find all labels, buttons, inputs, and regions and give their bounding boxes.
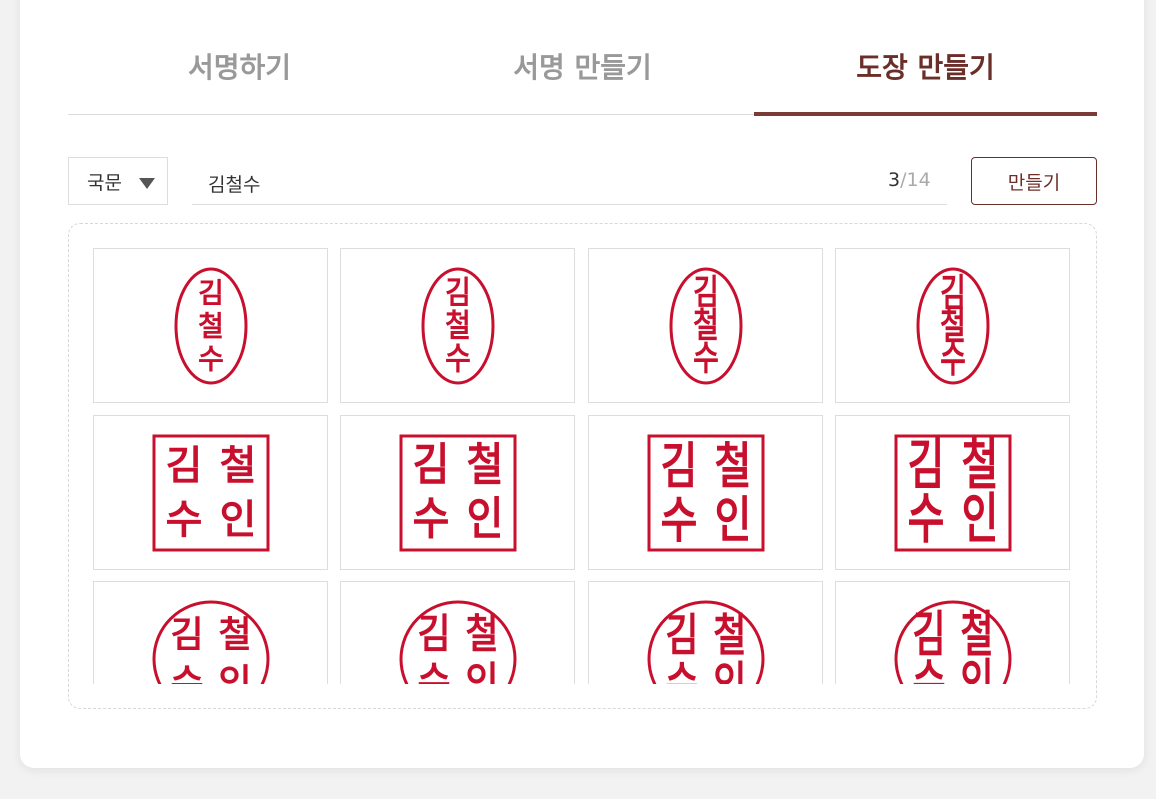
seal-option[interactable]: 김철수인	[835, 415, 1070, 570]
seal-character: 인	[715, 491, 752, 549]
seal-option[interactable]: 김철수인	[588, 581, 823, 684]
seal-character: 수	[661, 491, 698, 549]
seal-character: 김	[198, 277, 224, 310]
seal-image: 김 철수 인	[647, 434, 765, 552]
seal-character: 수	[413, 494, 450, 546]
seal-image: 김 철수 인	[647, 600, 765, 684]
seal-character: 인	[220, 497, 257, 543]
seal-character: 철	[465, 612, 498, 658]
seal-option[interactable]: 김철수인	[93, 581, 328, 684]
seal-character: 철	[713, 609, 746, 662]
seal-character: 수	[170, 663, 203, 685]
seal-character: 수	[693, 339, 719, 379]
seal-character: 김	[661, 437, 698, 495]
seal-character: 수	[940, 337, 966, 381]
seal-image: 김 철수 인	[399, 434, 517, 552]
seal-option[interactable]: 김철수인	[835, 581, 1070, 684]
seal-option[interactable]: 김철수인	[588, 415, 823, 570]
script-select[interactable]: 국문	[68, 157, 168, 205]
seal-character: 인	[465, 660, 498, 684]
tab-create-seal[interactable]: 도장 만들기	[754, 0, 1097, 116]
seal-image: 김 철수 인	[894, 600, 1012, 684]
seal-character: 수	[166, 497, 203, 543]
seal-character: 김	[445, 275, 471, 312]
seal-image: 김철수	[421, 267, 495, 385]
char-count-max: /14	[900, 169, 931, 191]
seal-option[interactable]: 김철수	[93, 248, 328, 403]
seal-image: 김철수	[174, 267, 248, 385]
seal-grid: 김철수김철수김철수김철수김철수인김철수인김철수인김철수인김철수인김철수인김철수인…	[93, 248, 1071, 684]
seal-character: 김	[417, 612, 450, 658]
chevron-down-icon	[139, 178, 155, 189]
seal-gallery[interactable]: 김철수김철수김철수김철수김철수인김철수인김철수인김철수인김철수인김철수인김철수인…	[68, 223, 1097, 709]
seal-image: 김 철수 인	[152, 434, 270, 552]
seal-option[interactable]: 김철수	[835, 248, 1070, 403]
seal-character: 김	[170, 615, 203, 656]
seal-character: 인	[962, 489, 999, 552]
script-select-value: 국문	[87, 171, 122, 194]
seal-character: 철	[198, 310, 224, 343]
seal-character: 철	[218, 615, 251, 656]
seal-option[interactable]: 김철수인	[340, 581, 575, 684]
seal-character: 수	[445, 341, 471, 378]
seal-character: 철	[715, 437, 752, 495]
seal-character: 철	[445, 308, 471, 345]
char-counter: 3/14	[888, 169, 931, 191]
seal-character: 김	[413, 440, 450, 492]
mode-tabs: 서명하기 서명 만들기 도장 만들기	[68, 0, 1097, 116]
seal-character: 철	[220, 443, 257, 489]
char-count-current: 3	[888, 169, 901, 191]
tab-create-signature[interactable]: 서명 만들기	[411, 0, 754, 114]
seal-character: 수	[912, 655, 945, 684]
make-button[interactable]: 만들기	[971, 157, 1097, 205]
seal-character: 인	[960, 655, 993, 684]
tab-sign[interactable]: 서명하기	[68, 0, 411, 114]
seal-option[interactable]: 김철수인	[93, 415, 328, 570]
seal-image: 김 철수 인	[399, 600, 517, 684]
seal-character: 김	[665, 609, 698, 662]
seal-image: 김철수	[916, 267, 990, 385]
seal-character: 수	[908, 489, 945, 552]
seal-option[interactable]: 김철수	[588, 248, 823, 403]
name-input[interactable]	[192, 157, 947, 205]
seal-character: 인	[467, 494, 504, 546]
seal-character: 김	[166, 443, 203, 489]
seal-character: 인	[218, 663, 251, 685]
seal-character: 인	[713, 657, 746, 684]
seal-option[interactable]: 김철수	[340, 248, 575, 403]
seal-character: 수	[417, 660, 450, 684]
seal-option[interactable]: 김철수인	[340, 415, 575, 570]
seal-image: 김철수	[669, 267, 743, 385]
seal-image: 김 철수 인	[152, 600, 270, 685]
seal-image: 김 철수 인	[894, 434, 1012, 552]
seal-character: 철	[467, 440, 504, 492]
seal-character: 수	[665, 657, 698, 684]
seal-character: 수	[198, 343, 224, 376]
seal-controls: 국문 3/14 만들기	[68, 157, 1097, 205]
